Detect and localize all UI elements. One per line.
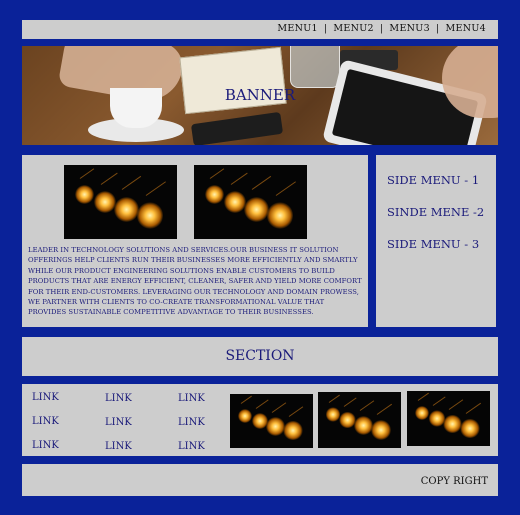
bulb-wire [121, 176, 141, 191]
bulb-glow [325, 407, 341, 422]
bulb-glow [414, 405, 430, 421]
light-bulbs-image [64, 165, 177, 239]
links-panel: LINK LINK LINK LINK LINK LINK LINK LINK … [22, 384, 498, 456]
banner-photo-glass [290, 46, 340, 88]
bulb-glow [283, 421, 303, 441]
bulb-wire [465, 402, 481, 414]
link[interactable]: LINK [32, 440, 59, 451]
banner-title: BANNER [224, 86, 296, 104]
bulb-wire [255, 399, 269, 409]
light-bulbs-image [230, 394, 313, 448]
bulb-glow [266, 202, 294, 229]
link[interactable]: LINK [32, 392, 59, 403]
light-bulbs-image [407, 391, 490, 446]
nav-separator: | [323, 23, 328, 34]
link[interactable]: LINK [178, 393, 205, 404]
nav-item-menu2[interactable]: MENU2 [333, 23, 374, 34]
bulb-glow [443, 414, 462, 434]
link[interactable]: LINK [178, 417, 205, 428]
bulb-wire [275, 180, 296, 196]
nav-item-menu1[interactable]: MENU1 [277, 23, 318, 34]
link[interactable]: LINK [32, 416, 59, 427]
bulb-glow [266, 417, 285, 436]
bulb-glow [93, 190, 116, 214]
nav-separator: | [379, 23, 384, 34]
bulb-glow [237, 408, 252, 423]
bulb-glow [204, 184, 224, 205]
bulb-wire [288, 405, 304, 417]
link[interactable]: LINK [105, 417, 132, 428]
side-menu: SIDE MENU - 1 SINDE MENE -2 SIDE MENU - … [376, 155, 496, 327]
bulb-glow [136, 202, 164, 229]
banner-photo-notebook [179, 46, 287, 115]
bulb-wire [240, 396, 252, 405]
banner: BANNER [22, 46, 498, 145]
main-content: LEADER IN TECHNOLOGY SOLUTIONS AND SERVI… [22, 155, 368, 327]
main-description: LEADER IN TECHNOLOGY SOLUTIONS AND SERVI… [28, 246, 362, 317]
light-bulbs-image [318, 392, 401, 448]
bulb-wire [251, 176, 271, 191]
side-menu-item-3[interactable]: SIDE MENU - 3 [387, 237, 479, 251]
link[interactable]: LINK [178, 441, 205, 452]
banner-photo-phone [190, 111, 284, 145]
bulb-glow [243, 196, 269, 222]
nav-menu: MENU1 | MENU2 | MENU3 | MENU4 [277, 23, 486, 34]
bulb-glow [74, 184, 94, 205]
section-title: SECTION [225, 348, 295, 364]
bulb-wire [100, 172, 118, 185]
bulb-wire [432, 396, 446, 406]
bulb-glow [113, 196, 139, 222]
footer: COPY RIGHT [22, 464, 498, 496]
bulb-wire [359, 400, 374, 412]
top-nav-bar: MENU1 | MENU2 | MENU3 | MENU4 [22, 20, 498, 39]
bulb-wire [376, 404, 393, 416]
bulb-wire [343, 397, 357, 407]
nav-item-menu4[interactable]: MENU4 [445, 23, 486, 34]
bulb-wire [271, 402, 286, 413]
bulb-glow [460, 418, 480, 439]
copyright-text: COPY RIGHT [420, 476, 488, 487]
bulb-wire [210, 167, 225, 179]
bulb-wire [145, 180, 166, 196]
nav-item-menu3[interactable]: MENU3 [389, 23, 430, 34]
side-menu-item-1[interactable]: SIDE MENU - 1 [387, 173, 479, 187]
section-bar: SECTION [22, 337, 498, 376]
bulb-wire [417, 393, 429, 402]
bulb-glow [223, 190, 246, 214]
link[interactable]: LINK [105, 441, 132, 452]
light-bulbs-image [194, 165, 307, 239]
nav-separator: | [435, 23, 440, 34]
side-menu-item-2[interactable]: SINDE MENE -2 [387, 205, 484, 219]
bulb-wire [448, 399, 463, 411]
bulb-wire [80, 167, 95, 179]
bulb-wire [230, 172, 248, 185]
link[interactable]: LINK [105, 393, 132, 404]
bulb-wire [328, 394, 340, 403]
bulb-glow [371, 420, 392, 441]
